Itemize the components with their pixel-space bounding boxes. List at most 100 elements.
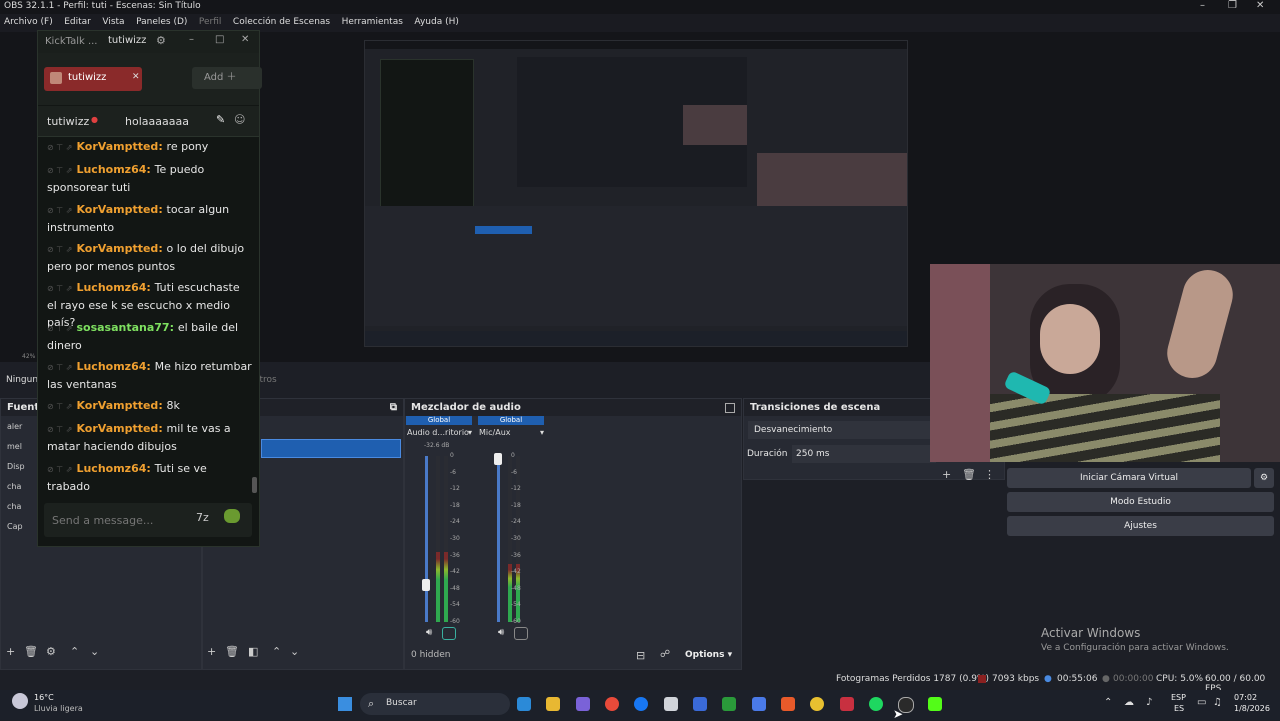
message-mod-icons[interactable]: ⊘ ⊤ ⇗ <box>47 206 72 215</box>
edge-icon[interactable] <box>517 697 531 711</box>
move-up-icon[interactable]: ⌃ <box>70 645 79 658</box>
message-input-box[interactable]: 7z <box>44 503 252 537</box>
channel-name[interactable]: Audio d...ritorio <box>407 428 469 437</box>
chat-username[interactable]: KorVamptted <box>76 422 158 435</box>
copilot-icon[interactable] <box>576 697 590 711</box>
source-item[interactable]: Cap <box>7 522 23 531</box>
message-mod-icons[interactable]: ⊘ ⊤ ⇗ <box>47 363 72 372</box>
app-icon[interactable] <box>752 697 766 711</box>
source-item[interactable]: mel <box>7 442 22 451</box>
filter-icon[interactable]: ◧ <box>248 645 258 658</box>
chat-username[interactable]: KorVamptted <box>76 140 158 153</box>
message-mod-icons[interactable]: ⊘ ⊤ ⇗ <box>47 245 72 254</box>
network-icon[interactable]: ▭ <box>1197 697 1206 708</box>
store-icon[interactable] <box>664 697 678 711</box>
gear-icon[interactable]: ⚙ <box>46 645 56 658</box>
virtual-camera-button[interactable]: Iniciar Cámara Virtual <box>1007 468 1251 488</box>
channel-name[interactable]: tutiwizz <box>47 115 89 128</box>
app-icon[interactable] <box>840 697 854 711</box>
chat-username[interactable]: KorVamptted <box>76 242 158 255</box>
volume-slider-handle[interactable] <box>494 453 502 465</box>
remove-source-icon[interactable]: 🗑 <box>24 645 38 658</box>
collapse-icon[interactable]: ⊟ <box>636 649 645 662</box>
mute-icon[interactable]: 🔊︎ <box>498 627 504 638</box>
source-item[interactable]: cha <box>7 502 21 511</box>
mic-icon[interactable]: ♪ <box>1146 697 1152 708</box>
gear-icon[interactable]: ⚙ <box>1254 468 1274 488</box>
dock-float-icon[interactable]: ⧉ <box>390 402 397 413</box>
menu-perfil[interactable]: Perfil <box>195 14 226 30</box>
source-item[interactable]: Disp <box>7 462 25 471</box>
more-icon[interactable]: ⋮ <box>984 468 995 481</box>
chat-username[interactable]: Luchomz64 <box>76 163 146 176</box>
message-mod-icons[interactable]: ⊘ ⊤ ⇗ <box>47 166 72 175</box>
message-mod-icons[interactable]: ⊘ ⊤ ⇗ <box>47 425 72 434</box>
source-item[interactable]: cha <box>7 482 21 491</box>
mixer-settings-icon[interactable]: ☍ <box>660 649 670 660</box>
search-box[interactable]: ⌕ Buscar <box>360 693 510 715</box>
menu-ayuda[interactable]: Ayuda (H) <box>410 14 462 30</box>
folder-icon[interactable] <box>546 697 560 711</box>
close-icon[interactable]: ✕ <box>241 34 249 45</box>
chat-username[interactable]: Luchomz64 <box>76 360 146 373</box>
menu-vista[interactable]: Vista <box>98 14 128 30</box>
lang-primary[interactable]: ESP <box>1171 693 1186 702</box>
studio-mode-button[interactable]: Modo Estudio <box>1007 492 1274 512</box>
kick-icon[interactable] <box>928 697 942 711</box>
add-channel-button[interactable]: Add ＋ <box>192 67 262 89</box>
message-mod-icons[interactable]: ⊘ ⊤ ⇗ <box>47 324 72 333</box>
move-down-icon[interactable]: ⌄ <box>90 645 99 658</box>
move-up-icon[interactable]: ⌃ <box>272 645 281 658</box>
emote-icon[interactable]: 7z <box>196 511 209 524</box>
close-tab-icon[interactable]: ✕ <box>132 72 140 82</box>
mute-icon[interactable]: 🔊︎ <box>426 627 432 638</box>
weather-icon[interactable] <box>12 693 28 709</box>
tray-app-icon[interactable]: ☁ <box>1124 697 1134 708</box>
app-icon[interactable] <box>810 697 824 711</box>
lang-secondary[interactable]: ES <box>1174 704 1184 713</box>
message-mod-icons[interactable]: ⊘ ⊤ ⇗ <box>47 143 72 152</box>
app-icon[interactable] <box>693 697 707 711</box>
menu-paneles[interactable]: Paneles (D) <box>132 14 191 30</box>
source-item[interactable]: aler <box>7 422 22 431</box>
minimize-button[interactable]: – <box>1200 0 1205 11</box>
message-mod-icons[interactable]: ⊘ ⊤ ⇗ <box>47 284 72 293</box>
channel-menu-icon[interactable]: ▾ <box>540 428 544 437</box>
emoji-icon[interactable] <box>224 509 240 523</box>
remove-transition-icon[interactable]: 🗑 <box>962 468 976 481</box>
chat-username[interactable]: Luchomz64 <box>76 462 146 475</box>
monitor-icon[interactable] <box>442 627 456 640</box>
user-icon[interactable]: ☺ <box>234 113 245 126</box>
remove-scene-icon[interactable]: 🗑 <box>225 645 239 658</box>
volume-slider-handle[interactable] <box>422 579 430 591</box>
windows-start-icon[interactable] <box>338 697 352 711</box>
message-mod-icons[interactable]: ⊘ ⊤ ⇗ <box>47 465 72 474</box>
pin-icon[interactable]: ✎ <box>216 113 225 126</box>
chat-username[interactable]: KorVamptted <box>76 399 158 412</box>
minimize-icon[interactable]: – <box>189 34 194 45</box>
facebook-icon[interactable] <box>634 697 648 711</box>
channel-tab[interactable]: tutiwizz ✕ <box>44 67 142 91</box>
menu-coleccion[interactable]: Colección de Escenas <box>229 14 334 30</box>
transition-type-select[interactable]: Desvanecimiento <box>748 421 944 439</box>
channel-menu-icon[interactable]: ▾ <box>468 428 472 437</box>
add-scene-icon[interactable]: + <box>207 645 216 658</box>
add-source-icon[interactable]: + <box>6 645 15 658</box>
settings-button[interactable]: Ajustes <box>1007 516 1274 536</box>
menu-herramientas[interactable]: Herramientas <box>338 14 407 30</box>
move-down-icon[interactable]: ⌄ <box>290 645 299 658</box>
menu-archivo[interactable]: Archivo (F) <box>0 14 57 30</box>
minecraft-icon[interactable] <box>722 697 736 711</box>
duration-input[interactable]: 250 ms <box>792 445 936 463</box>
add-transition-icon[interactable]: + <box>942 468 951 481</box>
tray-chevron-icon[interactable]: ⌃ <box>1104 697 1112 708</box>
volume-icon[interactable]: ♫ <box>1213 697 1222 708</box>
gear-icon[interactable]: ⚙ <box>156 34 166 47</box>
chat-username[interactable]: Luchomz64 <box>76 281 146 294</box>
message-input[interactable] <box>44 511 184 529</box>
channel-name[interactable]: Mic/Aux <box>479 428 511 437</box>
close-button[interactable]: ✕ <box>1256 0 1264 11</box>
monitor-icon[interactable] <box>514 627 528 640</box>
message-mod-icons[interactable]: ⊘ ⊤ ⇗ <box>47 402 72 411</box>
maximize-button[interactable]: ❐ <box>1228 0 1237 11</box>
